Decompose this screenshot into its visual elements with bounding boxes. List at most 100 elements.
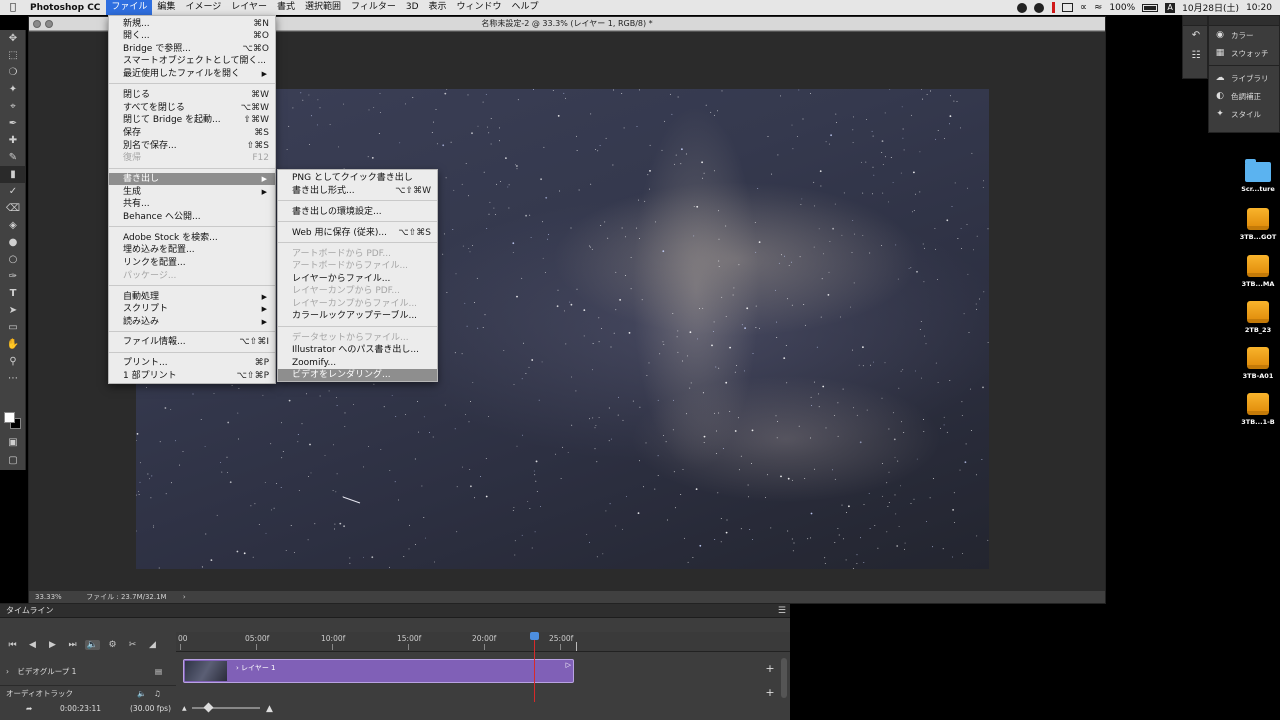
previous-frame-icon[interactable]: ◀ <box>25 640 40 650</box>
audio-toggle-icon[interactable]: 🔈 <box>85 640 100 650</box>
quick-mask-icon[interactable]: ▣ <box>0 434 26 451</box>
minimize-window-button[interactable] <box>45 20 53 28</box>
menu-item-layers-to-files[interactable]: レイヤーからファイル... <box>278 273 437 285</box>
close-window-button[interactable] <box>33 20 41 28</box>
panel-color[interactable]: ◉ カラー <box>1209 26 1279 44</box>
track-video-group[interactable]: › ビデオグループ 1 ▤ <box>0 658 176 686</box>
type-tool-icon[interactable]: T <box>0 285 26 302</box>
magic-wand-tool-icon[interactable]: ✦ <box>0 81 26 98</box>
eraser-tool-icon[interactable]: ⌫ <box>0 200 26 217</box>
crop-tool-icon[interactable]: ⌖ <box>0 98 26 115</box>
mute-audio-icon[interactable]: 🔈 <box>137 686 146 702</box>
sync-icon[interactable] <box>1033 2 1044 13</box>
zoom-in-mountain-icon[interactable]: ▲ <box>266 702 273 716</box>
menu-item-open[interactable]: 開く... ⌘O <box>109 30 275 42</box>
shape-tool-icon[interactable]: ▭ <box>0 319 26 336</box>
history-panel-icon[interactable]: ↶ <box>1183 26 1209 46</box>
menu-item-automate[interactable]: 自動処理 ▶ <box>109 291 275 303</box>
history-brush-tool-icon[interactable]: ✓ <box>0 183 26 200</box>
desktop-item-drive-4[interactable]: 3TB-A01 <box>1236 347 1280 380</box>
play-icon[interactable]: ▶ <box>45 640 60 650</box>
menu-item-export[interactable]: 書き出し ▶ <box>109 173 275 185</box>
time-ruler[interactable]: 00 05:00f 10:00f 15:00f 20:00f 25:00f <box>176 632 790 652</box>
menu-help[interactable]: ヘルプ <box>507 0 544 15</box>
menu-view[interactable]: 表示 <box>424 0 452 15</box>
menu-item-save-for-web[interactable]: Web 用に保存 (従来)... ⌥⇧⌘S <box>278 227 437 239</box>
menu-item-import[interactable]: 読み込み ▶ <box>109 316 275 328</box>
desktop-item-drive-3[interactable]: 2TB_23 <box>1236 301 1280 334</box>
battery-icon[interactable] <box>1142 3 1159 12</box>
healing-brush-tool-icon[interactable]: ✚ <box>0 132 26 149</box>
menu-item-generate[interactable]: 生成 ▶ <box>109 186 275 198</box>
path-selection-tool-icon[interactable]: ➤ <box>0 302 26 319</box>
stamp-tool-icon[interactable]: ▮ <box>0 166 26 183</box>
settings-gear-icon[interactable]: ⚙ <box>105 640 120 650</box>
input-mode[interactable]: A <box>1165 2 1176 13</box>
menu-filter[interactable]: フィルター <box>346 0 401 15</box>
menu-item-save-as[interactable]: 別名で保存... ⇧⌘S <box>109 140 275 152</box>
menu-item-render-video[interactable]: ビデオをレンダリング... <box>278 369 437 381</box>
pen-tool-icon[interactable]: ✑ <box>0 268 26 285</box>
menu-item-scripts[interactable]: スクリプト ▶ <box>109 303 275 315</box>
menu-item-share[interactable]: 共有... <box>109 198 275 210</box>
screen-mode-icon[interactable]: ▢ <box>0 452 26 469</box>
menu-item-close-all[interactable]: すべてを閉じる ⌥⌘W <box>109 102 275 114</box>
chevron-right-icon[interactable]: › <box>6 667 9 676</box>
dock-header[interactable] <box>1209 16 1279 26</box>
lasso-tool-icon[interactable]: ❍ <box>0 64 26 81</box>
chevron-right-icon[interactable]: › <box>183 593 186 601</box>
menu-item-print-one-copy[interactable]: 1 部プリント ⌥⇧⌘P <box>109 370 275 382</box>
menu-item-open-smart-object[interactable]: スマートオブジェクトとして開く... <box>109 55 275 67</box>
track-audio[interactable]: オーディオトラック 🔈 ♫ <box>0 686 176 702</box>
menu-image[interactable]: イメージ <box>180 0 226 15</box>
add-media-video-button[interactable]: + <box>764 662 776 675</box>
transition-icon[interactable]: ◢ <box>145 640 160 650</box>
menu-layer[interactable]: レイヤー <box>226 0 272 15</box>
apple-icon[interactable]:  <box>0 2 26 13</box>
panel-styles[interactable]: ✦ スタイル <box>1209 105 1279 123</box>
menu-item-behance[interactable]: Behance へ公開... <box>109 211 275 223</box>
chevron-right-icon[interactable]: › <box>236 664 239 672</box>
work-area-end-marker[interactable] <box>576 642 577 651</box>
next-frame-icon[interactable]: ⏭ <box>65 640 80 650</box>
film-strip-icon[interactable]: ▤ <box>155 658 162 686</box>
menu-item-print[interactable]: プリント... ⌘P <box>109 357 275 369</box>
marquee-tool-icon[interactable]: ⬚ <box>0 47 26 64</box>
properties-panel-icon[interactable]: ☷ <box>1183 46 1209 66</box>
zoom-level[interactable]: 33.33% <box>35 593 62 601</box>
panel-libraries[interactable]: ☁ ライブラリ <box>1209 69 1279 87</box>
menu-3d[interactable]: 3D <box>401 0 424 15</box>
file-size-info[interactable]: ファイル : 23.7M/32.1M <box>86 593 166 601</box>
desktop-item-drive-2[interactable]: 3TB...MA <box>1236 255 1280 288</box>
menu-item-color-lookup-tables[interactable]: カラールックアップテーブル... <box>278 310 437 322</box>
split-scissors-icon[interactable]: ✂ <box>125 640 140 650</box>
menu-item-quick-export-png[interactable]: PNG としてクイック書き出し <box>278 172 437 184</box>
menu-file[interactable]: ファイル <box>106 0 153 15</box>
convert-to-frame-animation-icon[interactable]: ➦ <box>26 702 32 716</box>
dock-header[interactable] <box>1183 16 1207 26</box>
recording-icon[interactable] <box>1051 2 1055 13</box>
zoom-tool-icon[interactable]: ⚲ <box>0 353 26 370</box>
paint-bucket-tool-icon[interactable]: ◈ <box>0 217 26 234</box>
time-text[interactable]: 10:20 <box>1246 3 1272 13</box>
creative-cloud-icon[interactable] <box>1016 2 1027 13</box>
go-to-first-frame-icon[interactable]: ⏮ <box>5 640 20 650</box>
menu-item-file-info[interactable]: ファイル情報... ⌥⇧⌘I <box>109 336 275 348</box>
menu-item-browse-bridge[interactable]: Bridge で参照... ⌥⌘O <box>109 43 275 55</box>
menu-window[interactable]: ウィンドウ <box>452 0 507 15</box>
timeline-zoom-slider[interactable] <box>192 707 260 709</box>
menu-item-place-embedded[interactable]: 埋め込みを配置... <box>109 244 275 256</box>
music-note-icon[interactable]: ♫ <box>154 686 161 702</box>
bluetooth-icon[interactable]: ∝ <box>1080 2 1087 13</box>
desktop-item-drive-1[interactable]: 3TB...GOT <box>1236 208 1280 241</box>
menu-item-zoomify[interactable]: Zoomify... <box>278 357 437 369</box>
menu-item-export-as[interactable]: 書き出し形式... ⌥⇧⌘W <box>278 185 437 197</box>
eyedropper-tool-icon[interactable]: ✒ <box>0 115 26 132</box>
brush-tool-icon[interactable]: ✎ <box>0 149 26 166</box>
playhead-handle[interactable] <box>530 632 539 640</box>
more-tools-icon[interactable]: ⋯ <box>0 370 26 387</box>
menu-edit[interactable]: 編集 <box>152 0 180 15</box>
panel-swatches[interactable]: ▦ スウォッチ <box>1209 44 1279 62</box>
panel-adjustments[interactable]: ◐ 色調補正 <box>1209 87 1279 105</box>
hand-tool-icon[interactable]: ✋ <box>0 336 26 353</box>
